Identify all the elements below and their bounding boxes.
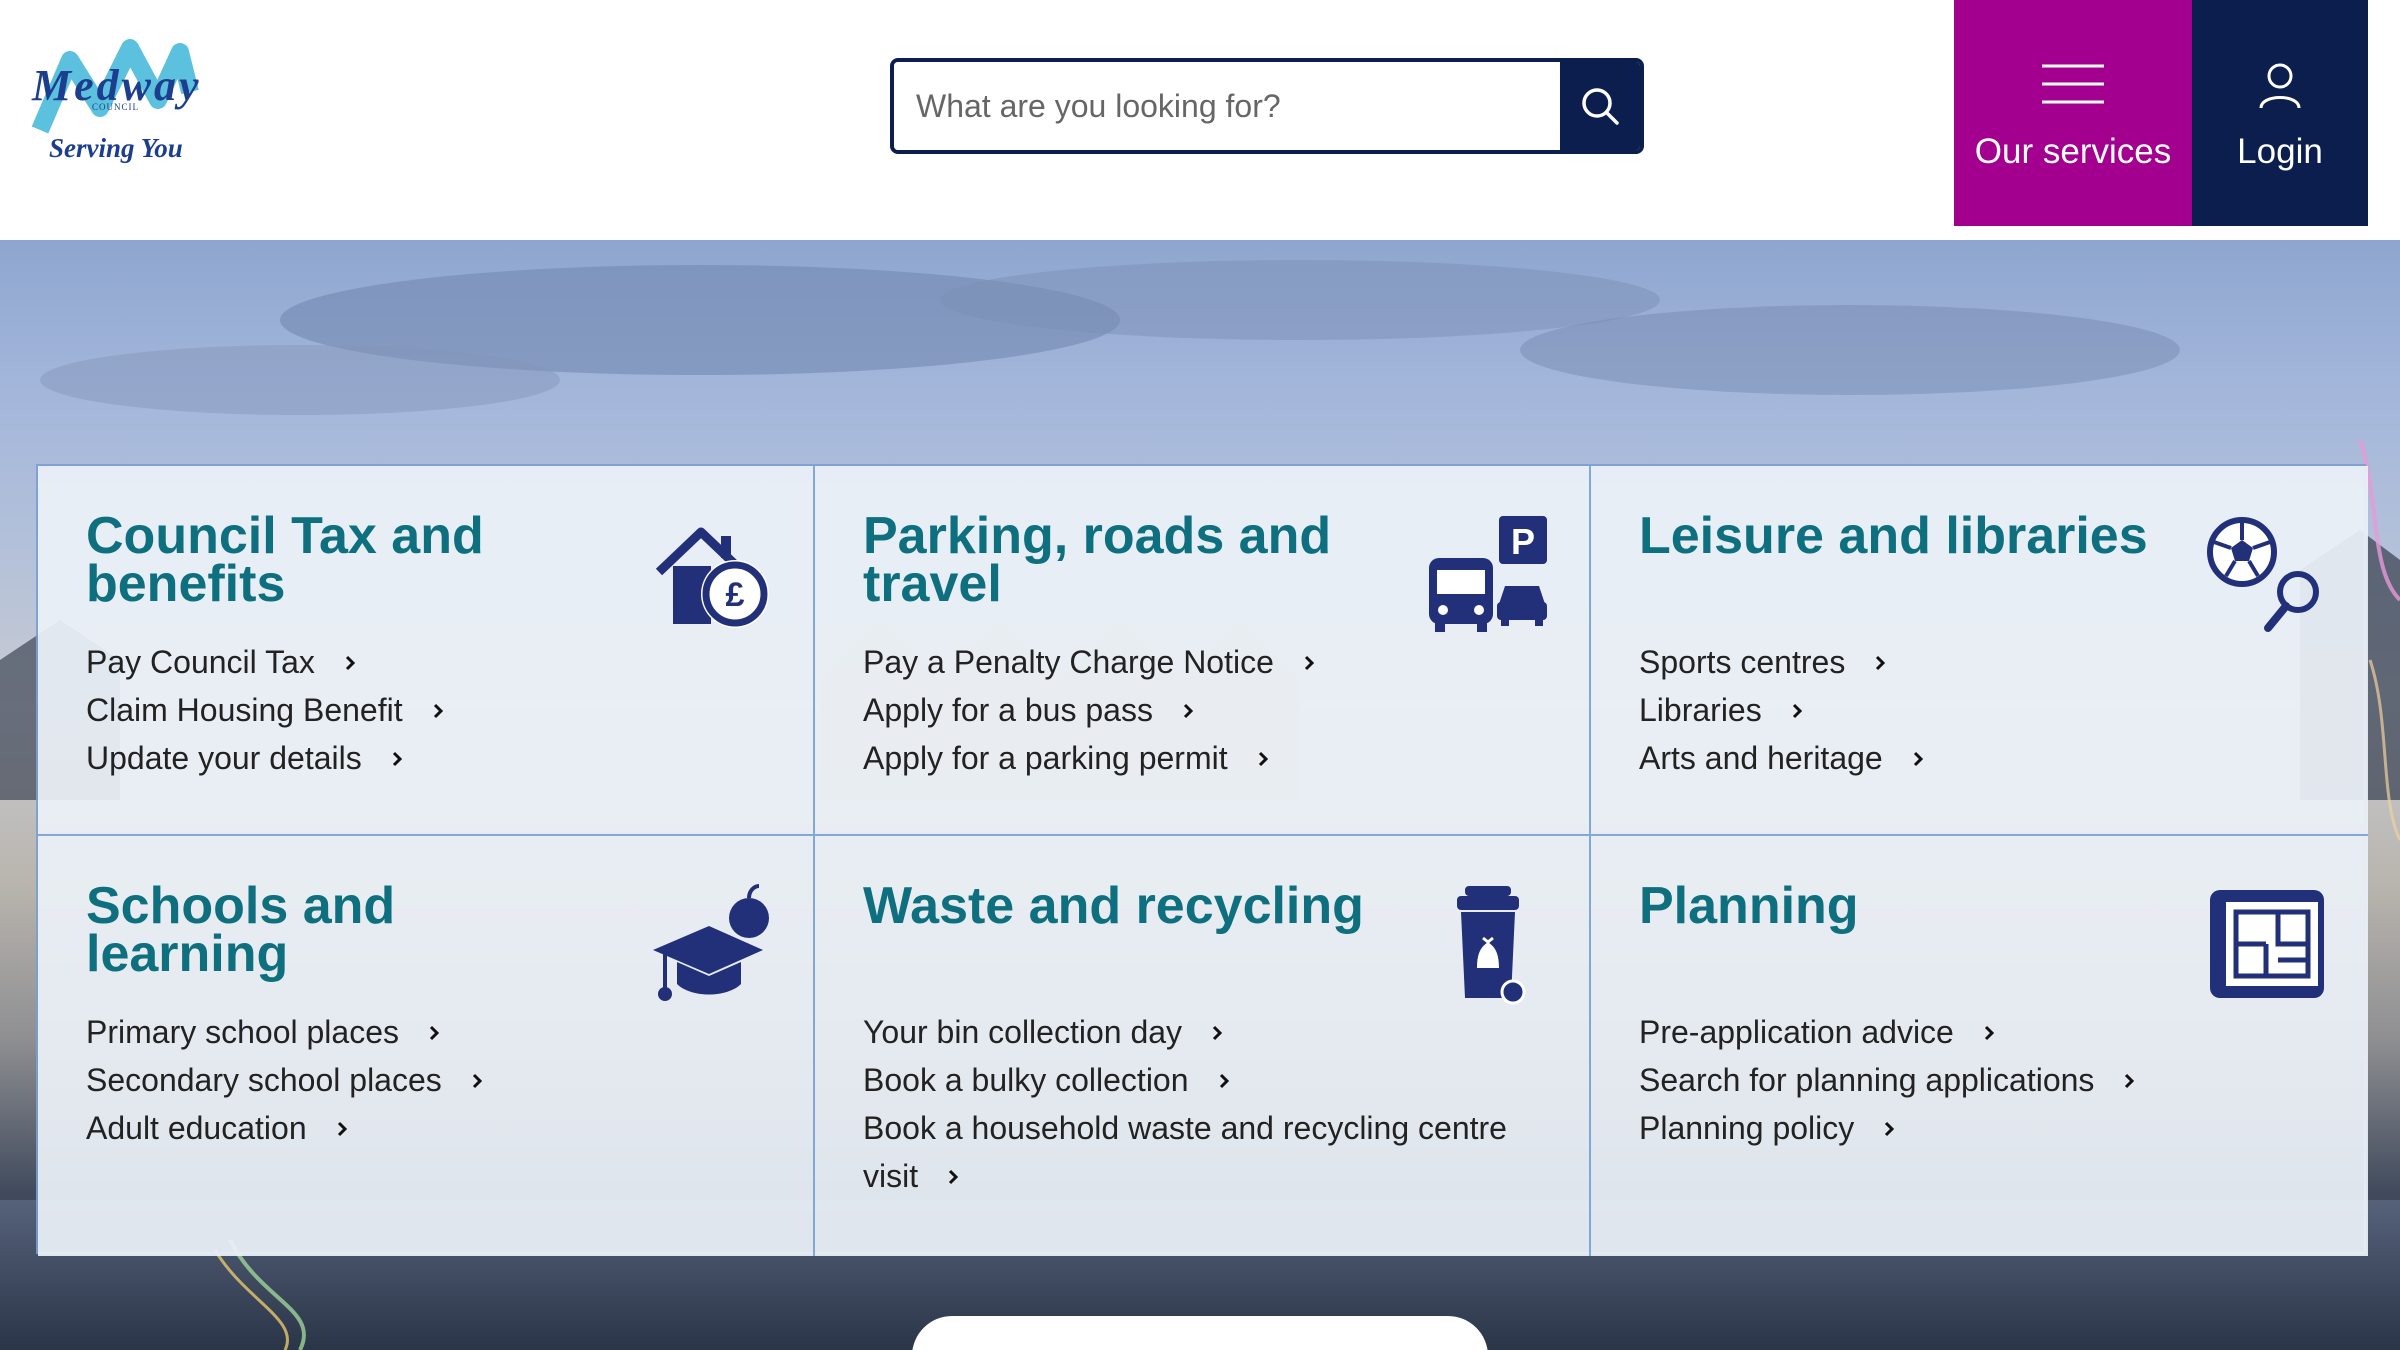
chevron-right-icon [1984, 1025, 1994, 1040]
card-links: Primary school places Secondary school p… [86, 1008, 482, 1152]
search-input[interactable] [894, 62, 1564, 150]
mortarboard-apple-icon [653, 884, 769, 1001]
menu-icon [2042, 64, 2104, 104]
chevron-right-icon [1913, 751, 1923, 766]
link-bin-collection-day[interactable]: Your bin collection day [863, 1008, 1513, 1056]
link-sports-centres[interactable]: Sports centres [1639, 638, 1923, 686]
bus-car-parking-icon: P [1429, 516, 1547, 632]
chevron-right-icon [1876, 655, 1886, 670]
service-card-planning: Planning Pre-application advice Search f… [1591, 836, 2368, 1256]
link-planning-policy[interactable]: Planning policy [1639, 1104, 2134, 1152]
chevron-right-icon [949, 1169, 959, 1184]
search-icon [1582, 88, 1619, 125]
link-bulky-collection[interactable]: Book a bulky collection [863, 1056, 1513, 1104]
chevron-right-icon [1258, 751, 1268, 766]
service-card-schools: Schools and learning Primary school plac… [38, 836, 815, 1256]
site-header: Medway COUNCIL Serving You Our services [0, 0, 2400, 240]
service-card-council-tax: Council Tax and benefits £ Pay Council T… [38, 466, 815, 836]
svg-text:P: P [1511, 521, 1535, 562]
link-parking-permit[interactable]: Apply for a parking permit [863, 734, 1314, 782]
link-pay-pcn[interactable]: Pay a Penalty Charge Notice [863, 638, 1314, 686]
card-title[interactable]: Council Tax and benefits [86, 510, 606, 610]
card-title[interactable]: Schools and learning [86, 880, 606, 980]
card-links: Pay Council Tax Claim Housing Benefit Up… [86, 638, 443, 782]
chevron-right-icon [2125, 1073, 2135, 1088]
login-label: Login [2237, 132, 2323, 171]
services-grid: Council Tax and benefits £ Pay Council T… [36, 464, 2368, 1256]
link-pay-council-tax[interactable]: Pay Council Tax [86, 638, 443, 686]
chevron-right-icon [1304, 655, 1314, 670]
floor-plan-icon [2210, 890, 2324, 998]
card-links: Sports centres Libraries Arts and herita… [1639, 638, 1923, 782]
chevron-right-icon [392, 751, 402, 766]
link-bus-pass[interactable]: Apply for a bus pass [863, 686, 1314, 734]
card-links: Pay a Penalty Charge Notice Apply for a … [863, 638, 1314, 782]
bin-bag-icon [1457, 886, 1526, 1005]
login-button[interactable]: Login [2192, 0, 2368, 226]
link-adult-education[interactable]: Adult education [86, 1104, 482, 1152]
chevron-right-icon [1792, 703, 1802, 718]
link-recycling-centre-visit[interactable]: Book a household waste and recycling cen… [863, 1104, 1513, 1200]
card-title[interactable]: Leisure and libraries [1639, 510, 2159, 562]
chevron-right-icon [1183, 703, 1193, 718]
link-arts-heritage[interactable]: Arts and heritage [1639, 734, 1923, 782]
chevron-right-icon [337, 1121, 347, 1136]
medway-logo[interactable]: Medway COUNCIL Serving You [30, 30, 220, 170]
logo-tagline: Serving You [49, 133, 183, 163]
card-title[interactable]: Waste and recycling [863, 880, 1383, 932]
chevron-right-icon [345, 655, 355, 670]
our-services-button[interactable]: Our services [1954, 0, 2192, 226]
link-libraries[interactable]: Libraries [1639, 686, 1923, 734]
chevron-right-icon [1885, 1121, 1895, 1136]
chevron-right-icon [1219, 1073, 1229, 1088]
svg-text:£: £ [726, 576, 745, 614]
search-bar [890, 58, 1644, 154]
card-title[interactable]: Planning [1639, 880, 2159, 932]
our-services-label: Our services [1974, 132, 2172, 171]
chevron-right-icon [1212, 1025, 1223, 1040]
service-card-parking: Parking, roads and travel P Pay a Penalt… [815, 466, 1591, 836]
link-primary-school-places[interactable]: Primary school places [86, 1008, 482, 1056]
service-card-leisure: Leisure and libraries Sports centres Lib… [1591, 466, 2368, 836]
hero-pill [912, 1316, 1488, 1350]
card-links: Pre-application advice Search for planni… [1639, 1008, 2135, 1152]
chevron-right-icon [433, 703, 443, 718]
link-search-planning-applications[interactable]: Search for planning applications [1639, 1056, 2135, 1104]
chevron-right-icon [472, 1073, 482, 1088]
link-secondary-school-places[interactable]: Secondary school places [86, 1056, 482, 1104]
chevron-right-icon [429, 1025, 439, 1040]
link-update-details[interactable]: Update your details [86, 734, 443, 782]
link-pre-application-advice[interactable]: Pre-application advice [1639, 1008, 2134, 1056]
card-links: Your bin collection day Book a bulky col… [863, 1008, 1513, 1200]
search-button[interactable] [1560, 62, 1640, 150]
house-pound-icon: £ [655, 527, 769, 628]
link-claim-housing-benefit[interactable]: Claim Housing Benefit [86, 686, 443, 734]
football-magnifier-icon [2207, 517, 2319, 632]
user-icon [2259, 63, 2301, 109]
logo-council: COUNCIL [92, 102, 139, 112]
service-card-waste: Waste and recycling Your bin collection … [815, 836, 1591, 1256]
card-title[interactable]: Parking, roads and travel [863, 510, 1383, 610]
